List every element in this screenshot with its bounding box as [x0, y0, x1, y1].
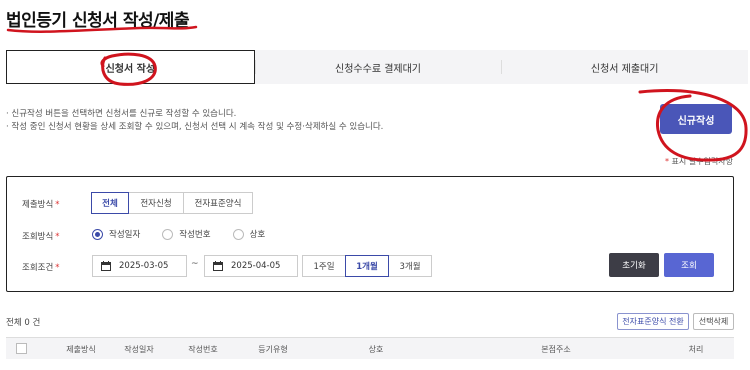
start-date-field[interactable]: 2025-03-05: [92, 255, 187, 277]
search-button[interactable]: 조회: [664, 253, 714, 277]
tab-bar: 신청서 작성 신청수수료 결제대기 신청서 제출대기: [6, 50, 748, 84]
period-1week[interactable]: 1주일: [302, 255, 346, 277]
submit-method-label: 제출방식 *: [22, 200, 60, 210]
radio-created-date[interactable]: 작성일자: [92, 228, 140, 240]
period-1month[interactable]: 1개월: [345, 255, 389, 277]
calendar-icon: [213, 261, 223, 271]
new-application-button[interactable]: 신규작성: [660, 104, 732, 134]
page-title: 법인등기 신청서 작성/제출: [6, 11, 190, 31]
radio-dot: [92, 228, 103, 240]
date-range-separator: ~: [191, 259, 199, 269]
total-count: 전체 0 건: [6, 318, 41, 328]
radio-company-name[interactable]: 상호: [232, 228, 265, 240]
column-header: 작성일자: [124, 345, 154, 354]
radio-dot: [232, 228, 244, 240]
query-condition-label: 조회조건 *: [22, 263, 60, 273]
submit-method-electronic[interactable]: 전자신청: [128, 192, 184, 214]
submit-method-all[interactable]: 전체: [91, 192, 129, 214]
query-method-radio-group: 작성일자 작성번호 상호: [92, 228, 287, 240]
tab-fee-payment-pending[interactable]: 신청수수료 결제대기: [254, 50, 502, 84]
required-note: * 표시 필수입력사항: [665, 156, 733, 167]
convert-standard-form-button[interactable]: 전자표준양식 전환: [617, 313, 689, 330]
radio-dot: [162, 228, 174, 240]
submit-method-standard-form[interactable]: 전자표준양식: [183, 192, 253, 214]
tab-write-application[interactable]: 신청서 작성: [6, 50, 255, 84]
column-header: 등기유형: [258, 345, 288, 354]
query-method-label: 조회방식 *: [22, 232, 60, 242]
radio-created-number[interactable]: 작성번호: [162, 228, 211, 240]
notice-list: · 신규작성 버튼을 선택하면 신청서를 신규로 작성할 수 있습니다. · 작…: [6, 108, 383, 134]
column-header: 상호: [368, 345, 384, 354]
column-header: 제출방식: [66, 345, 96, 354]
required-star: *: [665, 157, 669, 166]
reset-button[interactable]: 초기화: [609, 253, 659, 277]
table-header: 제출방식 작성일자 작성번호 등기유형 상호 본점주소 처리: [6, 337, 734, 359]
required-note-text: 표시 필수입력사항: [671, 157, 733, 166]
period-segment: 1주일 1개월 3개월: [302, 255, 432, 277]
period-3months[interactable]: 3개월: [388, 255, 432, 277]
end-date-field[interactable]: 2025-04-05: [204, 255, 298, 277]
calendar-icon: [101, 261, 111, 271]
notice-item: · 신규작성 버튼을 선택하면 신청서를 신규로 작성할 수 있습니다.: [6, 109, 237, 119]
submit-method-segment: 전체 전자신청 전자표준양식: [91, 192, 253, 214]
tab-submit-pending[interactable]: 신청서 제출대기: [501, 50, 748, 84]
select-all-checkbox[interactable]: [16, 343, 27, 354]
column-header: 작성번호: [188, 345, 218, 354]
notice-item: · 작성 중인 신청서 현황을 상세 조회할 수 있으며, 신청서 선택 시 계…: [6, 122, 384, 132]
column-header: 처리: [688, 345, 704, 354]
column-header: 본점주소: [541, 345, 571, 354]
delete-selected-button[interactable]: 선택삭제: [693, 313, 734, 330]
